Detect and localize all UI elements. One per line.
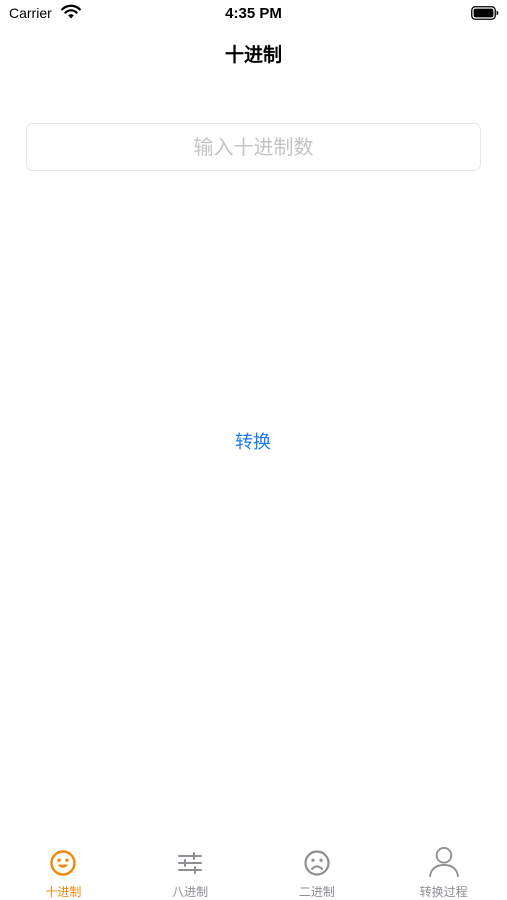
person-icon [428,847,459,878]
battery-icon [471,6,499,20]
convert-button[interactable]: 转换 [203,427,303,455]
tab-binary[interactable]: 二进制 [254,838,381,900]
tab-octal[interactable]: 八进制 [127,838,254,900]
sad-face-icon [304,850,330,876]
tab-conversion-process-label: 转换过程 [419,885,468,899]
status-bar: Carrier 4:35 PM [0,0,507,28]
smiley-face-icon [50,850,77,876]
decimal-input-container [26,123,481,171]
tab-decimal[interactable]: 十进制 [0,838,127,900]
page-title: 十进制 [224,44,282,66]
tab-octal-label: 八进制 [172,885,209,899]
tab-bar: 十进制 八进制 二进制 转换过程 [0,838,507,900]
sliders-icon [178,852,203,874]
decimal-input[interactable] [27,124,480,170]
status-time: 4:35 PM [225,5,282,22]
tab-binary-label: 二进制 [298,885,335,899]
tab-decimal-label: 十进制 [45,885,82,899]
tab-conversion-process[interactable]: 转换过程 [380,838,507,900]
